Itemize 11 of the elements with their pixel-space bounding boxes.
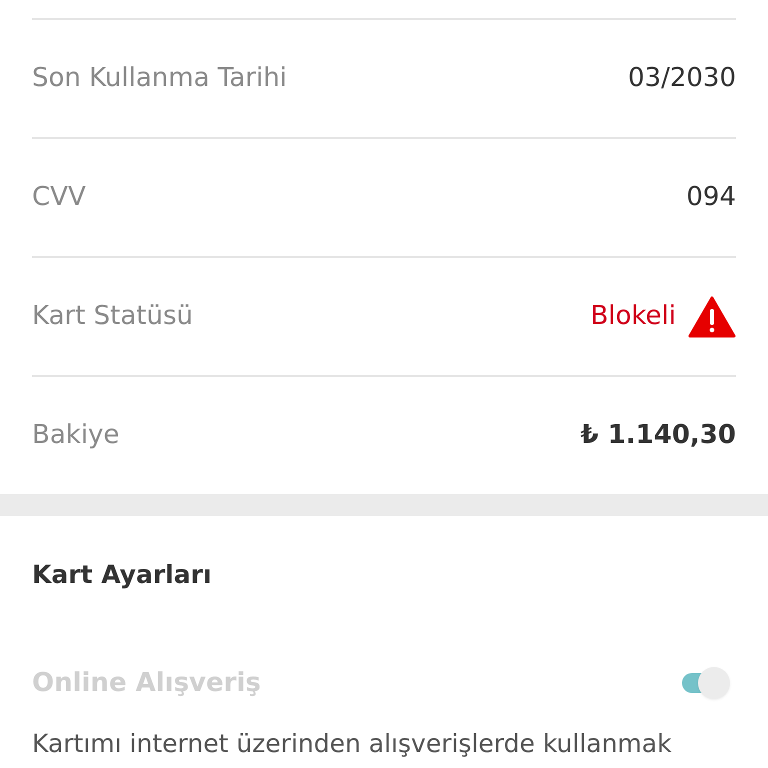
setting-description: Kartımı internet üzerinden alışverişlerde kullanmak — [32, 728, 673, 758]
detail-label: Kart Statüsü — [32, 300, 194, 333]
warning-icon — [688, 296, 736, 338]
status-value: Blokeli — [590, 300, 676, 333]
amount-value: ₺ 1.140,30 — [580, 419, 736, 452]
detail-label: CVV — [32, 181, 86, 214]
detail-value: 094 — [686, 181, 736, 214]
detail-value: 03/2030 — [628, 62, 736, 95]
section-title: Kart Ayarları — [32, 559, 213, 591]
detail-label: Bakiye — [32, 419, 120, 452]
detail-label: Son Kullanma Tarihi — [32, 62, 287, 95]
